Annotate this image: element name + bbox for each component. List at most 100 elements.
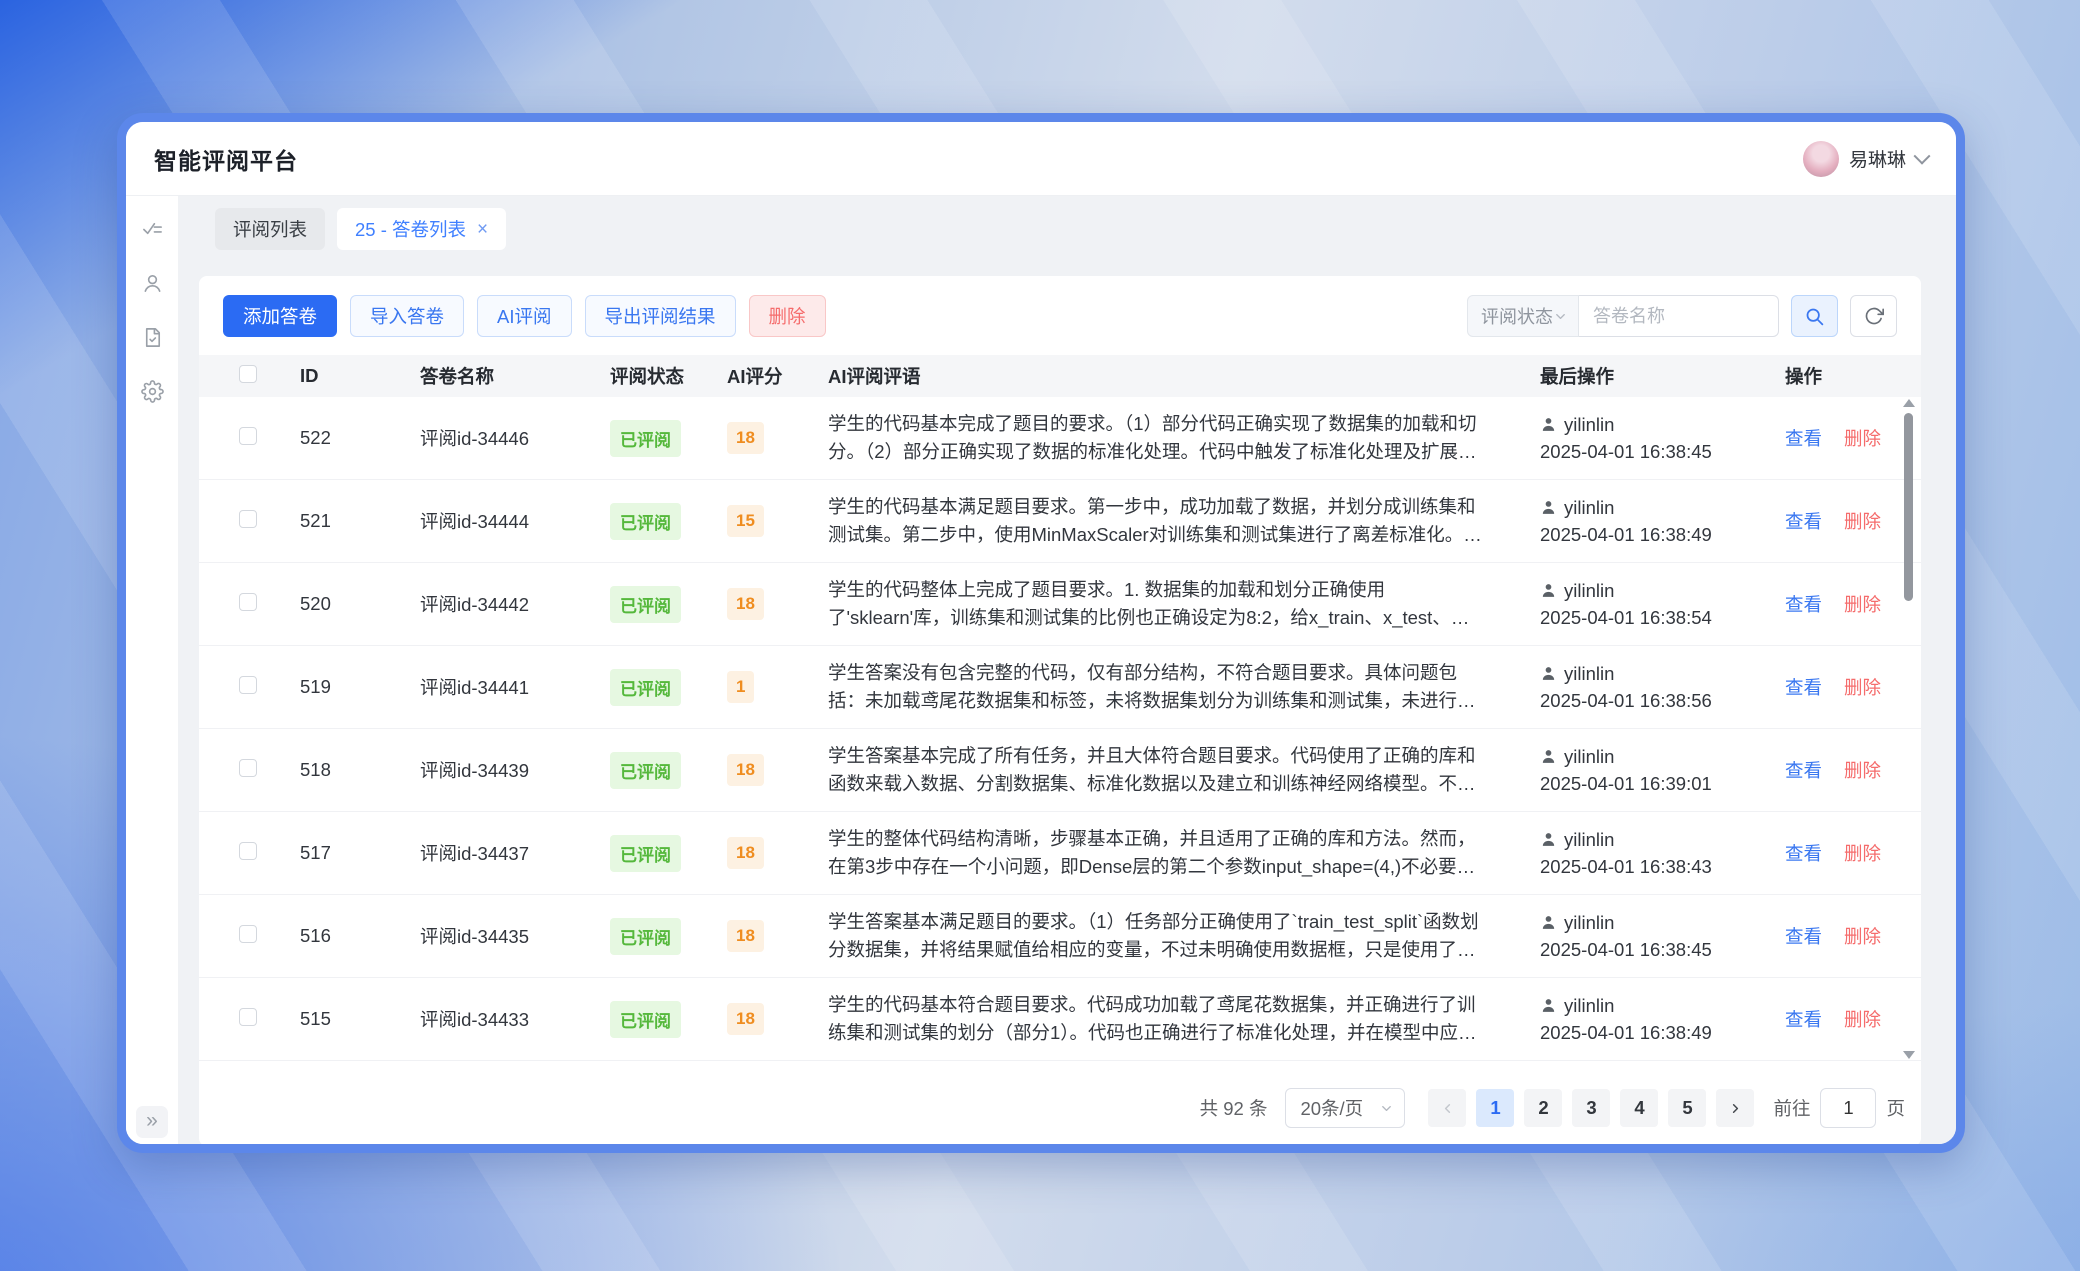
view-link[interactable]: 查看 bbox=[1785, 591, 1822, 617]
status-badge: 已评阅 bbox=[610, 669, 681, 706]
person-icon bbox=[1540, 997, 1557, 1014]
operator-name: yilinlin bbox=[1564, 992, 1614, 1019]
table-scrollbar bbox=[1902, 397, 1916, 1061]
operator-name: yilinlin bbox=[1564, 909, 1614, 936]
ai-comment: 学生答案基本满足题目的要求。（1）任务部分正确使用了`train_test_sp… bbox=[828, 908, 1540, 964]
operator-name: yilinlin bbox=[1564, 743, 1614, 770]
delete-link[interactable]: 删除 bbox=[1844, 923, 1881, 949]
row-checkbox[interactable] bbox=[239, 510, 257, 528]
import-answer-button[interactable]: 导入答卷 bbox=[350, 295, 464, 337]
ai-comment: 学生的代码整体上完成了题目要求。1. 数据集的加载和划分正确使用了'sklear… bbox=[828, 576, 1540, 632]
add-answer-button[interactable]: 添加答卷 bbox=[223, 295, 337, 337]
table-body: 522 评阅id-34446 已评阅 18 学生的代码基本完成了题目的要求。（1… bbox=[199, 397, 1921, 1061]
tab-answer-sheet-list[interactable]: 25 - 答卷列表 × bbox=[337, 208, 506, 250]
score-badge: 18 bbox=[727, 837, 764, 869]
app-title: 智能评阅平台 bbox=[154, 142, 298, 176]
settings-icon[interactable] bbox=[141, 380, 164, 403]
operator-name: yilinlin bbox=[1564, 411, 1614, 438]
delete-link[interactable]: 删除 bbox=[1844, 674, 1881, 700]
review-list-icon[interactable] bbox=[141, 218, 164, 241]
last-operation: yilinlin 2025-04-01 16:38:49 bbox=[1540, 992, 1785, 1046]
row-id: 517 bbox=[300, 842, 420, 864]
ai-comment: 学生的代码基本完成了题目的要求。（1）部分代码正确实现了数据集的加载和切分。（2… bbox=[828, 410, 1540, 466]
page-button[interactable]: 5 bbox=[1668, 1089, 1706, 1127]
page-size-select[interactable]: 20条/页 bbox=[1285, 1088, 1405, 1128]
delete-link[interactable]: 删除 bbox=[1844, 425, 1881, 451]
person-icon bbox=[1540, 416, 1557, 433]
person-icon bbox=[1540, 748, 1557, 765]
operation-time: 2025-04-01 16:38:45 bbox=[1540, 441, 1712, 462]
table-row: 519 评阅id-34441 已评阅 1 学生答案没有包含完整的代码，仅有部分结… bbox=[199, 646, 1921, 729]
operation-time: 2025-04-01 16:38:56 bbox=[1540, 690, 1712, 711]
view-link[interactable]: 查看 bbox=[1785, 508, 1822, 534]
operator-name: yilinlin bbox=[1564, 826, 1614, 853]
delete-link[interactable]: 删除 bbox=[1844, 508, 1881, 534]
row-name: 评阅id-34439 bbox=[420, 757, 610, 783]
document-check-icon[interactable] bbox=[141, 326, 164, 349]
delete-link[interactable]: 删除 bbox=[1844, 1006, 1881, 1032]
view-link[interactable]: 查看 bbox=[1785, 757, 1822, 783]
row-checkbox[interactable] bbox=[239, 1008, 257, 1026]
chevron-down-icon bbox=[1379, 1101, 1394, 1116]
row-id: 522 bbox=[300, 427, 420, 449]
row-checkbox[interactable] bbox=[239, 427, 257, 445]
row-id: 520 bbox=[300, 593, 420, 615]
export-results-button[interactable]: 导出评阅结果 bbox=[585, 295, 736, 337]
status-badge: 已评阅 bbox=[610, 918, 681, 955]
page-button[interactable]: 1 bbox=[1476, 1089, 1514, 1127]
ai-review-button[interactable]: AI评阅 bbox=[477, 295, 571, 337]
scroll-down-icon[interactable] bbox=[1903, 1051, 1915, 1059]
table-row: 517 评阅id-34437 已评阅 18 学生的整体代码结构清晰，步骤基本正确… bbox=[199, 812, 1921, 895]
avatar[interactable] bbox=[1803, 141, 1839, 177]
row-checkbox[interactable] bbox=[239, 842, 257, 860]
delete-link[interactable]: 删除 bbox=[1844, 591, 1881, 617]
page-button[interactable]: 3 bbox=[1572, 1089, 1610, 1127]
user-menu[interactable]: 易琳琳 bbox=[1803, 141, 1928, 177]
table-row: 515 评阅id-34433 已评阅 18 学生的代码基本符合题目要求。代码成功… bbox=[199, 978, 1921, 1061]
prev-page-button[interactable] bbox=[1428, 1089, 1466, 1127]
ai-comment: 学生的代码基本符合题目要求。代码成功加载了鸢尾花数据集，并正确进行了训练集和测试… bbox=[828, 991, 1540, 1047]
row-checkbox[interactable] bbox=[239, 759, 257, 777]
refresh-icon bbox=[1864, 306, 1884, 326]
search-input[interactable] bbox=[1579, 295, 1779, 337]
ai-comment: 学生答案基本完成了所有任务，并且大体符合题目要求。代码使用了正确的库和函数来载入… bbox=[828, 742, 1540, 798]
tab-review-list[interactable]: 评阅列表 bbox=[215, 208, 325, 250]
search-button[interactable] bbox=[1791, 295, 1838, 337]
row-name: 评阅id-34437 bbox=[420, 840, 610, 866]
last-operation: yilinlin 2025-04-01 16:38:43 bbox=[1540, 826, 1785, 880]
user-name: 易琳琳 bbox=[1849, 145, 1906, 172]
delete-link[interactable]: 删除 bbox=[1844, 840, 1881, 866]
ai-comment: 学生的代码基本满足题目要求。第一步中，成功加载了数据，并划分成训练集和测试集。第… bbox=[828, 493, 1540, 549]
view-link[interactable]: 查看 bbox=[1785, 923, 1822, 949]
view-link[interactable]: 查看 bbox=[1785, 1006, 1822, 1032]
row-checkbox[interactable] bbox=[239, 925, 257, 943]
content-card: 添加答卷 导入答卷 AI评阅 导出评阅结果 删除 评阅状态 bbox=[199, 276, 1921, 1146]
row-checkbox[interactable] bbox=[239, 676, 257, 694]
ai-comment: 学生的整体代码结构清晰，步骤基本正确，并且适用了正确的库和方法。然而，在第3步中… bbox=[828, 825, 1540, 881]
view-link[interactable]: 查看 bbox=[1785, 840, 1822, 866]
delete-button[interactable]: 删除 bbox=[749, 295, 826, 337]
operation-time: 2025-04-01 16:38:49 bbox=[1540, 1022, 1712, 1043]
select-all-checkbox[interactable] bbox=[239, 365, 257, 383]
ai-comment: 学生答案没有包含完整的代码，仅有部分结构，不符合题目要求。具体问题包括：未加载鸢… bbox=[828, 659, 1540, 715]
view-link[interactable]: 查看 bbox=[1785, 674, 1822, 700]
scrollbar-thumb[interactable] bbox=[1904, 413, 1913, 601]
goto-unit: 页 bbox=[1886, 1095, 1905, 1121]
page-button[interactable]: 4 bbox=[1620, 1089, 1658, 1127]
next-page-button[interactable] bbox=[1716, 1089, 1754, 1127]
page-button[interactable]: 2 bbox=[1524, 1089, 1562, 1127]
close-icon[interactable]: × bbox=[477, 220, 488, 239]
review-status-select[interactable]: 评阅状态 bbox=[1467, 295, 1579, 337]
table-row: 516 评阅id-34435 已评阅 18 学生答案基本满足题目的要求。（1）任… bbox=[199, 895, 1921, 978]
status-badge: 已评阅 bbox=[610, 752, 681, 789]
table-row: 518 评阅id-34439 已评阅 18 学生答案基本完成了所有任务，并且大体… bbox=[199, 729, 1921, 812]
delete-link[interactable]: 删除 bbox=[1844, 757, 1881, 783]
view-link[interactable]: 查看 bbox=[1785, 425, 1822, 451]
user-icon[interactable] bbox=[141, 272, 164, 295]
goto-page-input[interactable] bbox=[1820, 1088, 1876, 1128]
score-badge: 15 bbox=[727, 505, 764, 537]
refresh-button[interactable] bbox=[1850, 295, 1897, 337]
row-checkbox[interactable] bbox=[239, 593, 257, 611]
scroll-up-icon[interactable] bbox=[1903, 399, 1915, 407]
sidebar-collapse-button[interactable]: » bbox=[136, 1106, 168, 1138]
